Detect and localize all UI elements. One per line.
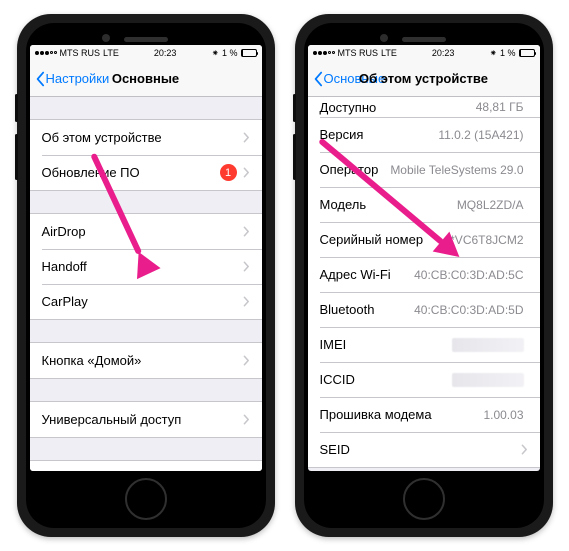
row-label: Bluetooth [320, 302, 415, 317]
battery-icon [519, 49, 535, 57]
row-label: SEID [320, 442, 521, 457]
chevron-right-icon [243, 261, 250, 272]
settings-row[interactable]: SEID [308, 432, 540, 467]
group-storage: Хранилище iPhoneОбновление контента [30, 460, 262, 471]
settings-row[interactable]: Адрес Wi-Fi40:CB:C0:3D:AD:5C [308, 257, 540, 292]
phone-frame-right: MTS RUS LTE 20:23 ⁕ 1 % Основные Об этом… [295, 14, 553, 537]
carrier: MTS RUS [60, 48, 101, 58]
screen-left: MTS RUS LTE 20:23 ⁕ 1 % Настройки Основн… [30, 45, 262, 471]
phone-frame-left: MTS RUS LTE 20:23 ⁕ 1 % Настройки Основн… [17, 14, 275, 537]
settings-row[interactable]: Версия11.0.2 (15A421) [308, 117, 540, 152]
clock: 20:23 [432, 48, 455, 58]
chevron-right-icon [243, 132, 250, 143]
settings-row[interactable]: Обновление ПО1 [30, 155, 262, 190]
row-label: Оператор [320, 162, 391, 177]
settings-row[interactable]: IMEI [308, 327, 540, 362]
row-value: 1.00.03 [483, 408, 523, 422]
content[interactable]: Об этом устройстве Обновление ПО1 AirDrop… [30, 97, 262, 471]
back-button[interactable]: Настройки [30, 71, 110, 87]
row-label: Адрес Wi-Fi [320, 267, 415, 282]
row-label: Об этом устройстве [42, 130, 243, 145]
signal-icon [313, 51, 335, 55]
chevron-right-icon [243, 167, 250, 178]
settings-row[interactable]: МодельMQ8L2ZD/A [308, 187, 540, 222]
settings-row[interactable]: Серийный номер*VC6T8JCM2 [308, 222, 540, 257]
back-button[interactable]: Основные [308, 71, 386, 87]
row-value: 40:CB:C0:3D:AD:5D [414, 303, 523, 317]
status-bar: MTS RUS LTE 20:23 ⁕ 1 % [308, 45, 540, 61]
settings-row[interactable]: ICCID [308, 362, 540, 397]
settings-row[interactable]: ОператорMobile TeleSystems 29.0 [308, 152, 540, 187]
row-label: Доступно [320, 100, 476, 115]
back-label: Основные [324, 71, 386, 86]
redacted-value [452, 373, 524, 387]
row-value: 40:CB:C0:3D:AD:5C [414, 268, 523, 282]
row-label: AirDrop [42, 224, 243, 239]
content[interactable]: Доступно48,81 ГБВерсия11.0.2 (15A421)Опе… [308, 97, 540, 471]
row-value: MQ8L2ZD/A [457, 198, 524, 212]
row-label: Прошивка модема [320, 407, 484, 422]
bluetooth-icon: ⁕ [211, 48, 219, 59]
group-info: Доступно48,81 ГБВерсия11.0.2 (15A421)Опе… [308, 97, 540, 468]
status-bar: MTS RUS LTE 20:23 ⁕ 1 % [30, 45, 262, 61]
group-connect: AirDrop Handoff CarPlay [30, 213, 262, 320]
signal-icon [35, 51, 57, 55]
settings-row[interactable]: Handoff [30, 249, 262, 284]
redacted-value [452, 338, 524, 352]
nav-bar: Основные Об этом устройстве [308, 61, 540, 97]
battery-pct: 1 % [222, 48, 238, 58]
home-button[interactable] [125, 478, 167, 520]
home-button[interactable] [403, 478, 445, 520]
row-value: 11.0.2 (15A421) [438, 128, 523, 142]
settings-row[interactable]: AirDrop [30, 214, 262, 249]
row-label: CarPlay [42, 294, 243, 309]
carrier: MTS RUS [338, 48, 379, 58]
chevron-left-icon [312, 71, 324, 87]
chevron-right-icon [521, 444, 528, 455]
settings-row[interactable]: Хранилище iPhone [30, 461, 262, 471]
battery-icon [241, 49, 257, 57]
settings-row[interactable]: Доступно48,81 ГБ [308, 97, 540, 117]
group-access: Универсальный доступ [30, 401, 262, 438]
chevron-right-icon [243, 414, 250, 425]
row-label: ICCID [320, 372, 452, 387]
network: LTE [103, 48, 119, 58]
badge: 1 [220, 164, 237, 181]
settings-row[interactable]: Универсальный доступ [30, 402, 262, 437]
chevron-right-icon [243, 355, 250, 366]
row-value: 48,81 ГБ [476, 100, 524, 114]
row-label: IMEI [320, 337, 452, 352]
settings-row[interactable]: Bluetooth40:CB:C0:3D:AD:5D [308, 292, 540, 327]
settings-row[interactable]: CarPlay [30, 284, 262, 319]
screen-right: MTS RUS LTE 20:23 ⁕ 1 % Основные Об этом… [308, 45, 540, 471]
settings-row[interactable]: Об этом устройстве [30, 120, 262, 155]
row-value: Mobile TeleSystems 29.0 [390, 163, 523, 177]
settings-row[interactable]: Кнопка «Домой» [30, 343, 262, 378]
group-home: Кнопка «Домой» [30, 342, 262, 379]
network: LTE [381, 48, 397, 58]
row-label: Универсальный доступ [42, 412, 243, 427]
chevron-right-icon [243, 296, 250, 307]
battery-pct: 1 % [500, 48, 516, 58]
row-label: Версия [320, 127, 439, 142]
chevron-right-icon [243, 226, 250, 237]
row-label: Кнопка «Домой» [42, 353, 243, 368]
chevron-left-icon [34, 71, 46, 87]
group-about: Об этом устройстве Обновление ПО1 [30, 119, 262, 191]
row-label: Обновление ПО [42, 165, 220, 180]
back-label: Настройки [46, 71, 110, 86]
row-value: *VC6T8JCM2 [450, 233, 523, 247]
row-label: Handoff [42, 259, 243, 274]
row-label: Серийный номер [320, 232, 451, 247]
settings-row[interactable]: Прошивка модема1.00.03 [308, 397, 540, 432]
clock: 20:23 [154, 48, 177, 58]
row-label: Модель [320, 197, 457, 212]
nav-bar: Настройки Основные [30, 61, 262, 97]
bluetooth-icon: ⁕ [489, 48, 497, 59]
